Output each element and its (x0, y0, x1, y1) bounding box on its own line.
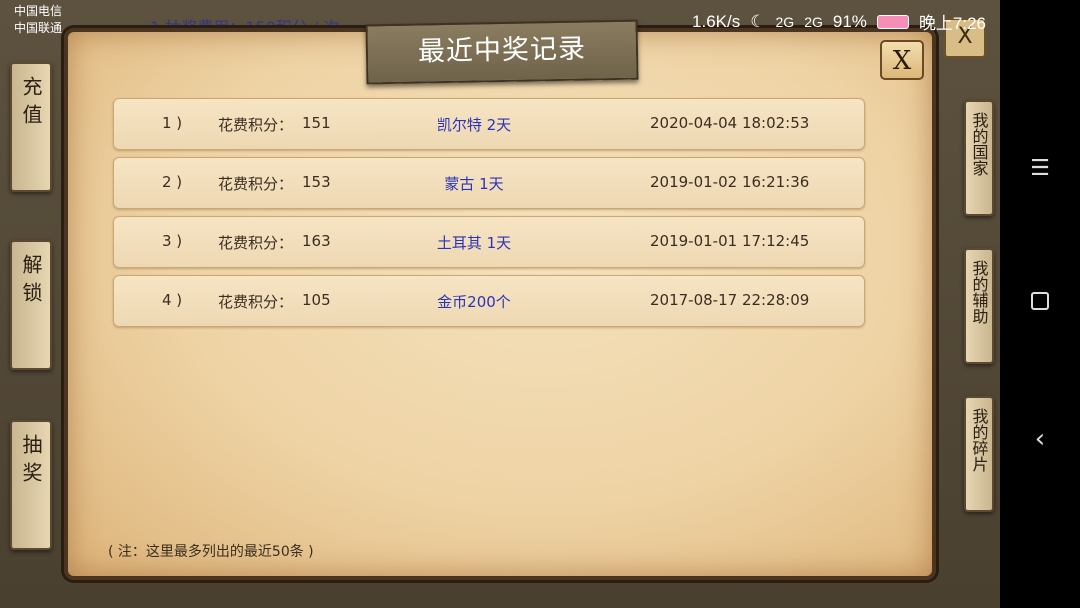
tab-my-fragments[interactable]: 我的碎片 (964, 396, 994, 512)
record-index: 2 ) (162, 173, 183, 191)
record-index: 4 ) (162, 291, 183, 309)
tab-my-country-label: 我的国家 (969, 112, 989, 176)
footnote: ( 注：这里最多列出的最近50条 ) (108, 544, 314, 560)
clock: 晚上7:26 (918, 14, 986, 33)
tab-lottery[interactable]: 抽奖 (10, 420, 52, 550)
moon-icon: ☾ (750, 11, 766, 31)
record-time: 2020-04-04 18:02:53 (650, 114, 810, 132)
battery-icon (876, 14, 909, 29)
tab-unlock[interactable]: 解锁 (10, 240, 52, 370)
points-label: 花费积分： (218, 175, 294, 193)
tab-lottery-label: 抽奖 (19, 434, 43, 490)
points-label: 花费积分： (218, 293, 294, 311)
carrier-info: 中国电信 中国联通 (14, 3, 62, 37)
record-prize: 金币200个 (437, 293, 511, 311)
carrier-2: 中国联通 (14, 21, 63, 35)
tab-my-country[interactable]: 我的国家 (964, 100, 994, 216)
record-points: 105 (302, 291, 331, 309)
record-index: 1 ) (162, 114, 183, 132)
tab-my-fragments-label: 我的碎片 (969, 408, 989, 472)
network-2: 2G (804, 13, 823, 30)
record-row: 1 ) 花费积分： 151 凯尔特 2天 2020-04-04 18:02:53 (113, 98, 865, 150)
record-points: 151 (302, 114, 331, 132)
tab-unlock-label: 解锁 (19, 254, 43, 310)
carrier-1: 中国电信 (14, 4, 63, 18)
record-row: 2 ) 花费积分： 153 蒙古 1天 2019-01-02 16:21:36 (113, 157, 865, 209)
tab-recharge-label: 充值 (19, 76, 43, 132)
record-prize: 凯尔特 2天 (436, 116, 512, 134)
record-prize: 土耳其 1天 (436, 234, 512, 252)
tab-recharge[interactable]: 充值 (10, 62, 52, 192)
record-time: 2017-08-17 22:28:09 (650, 291, 810, 309)
battery-percent: 91% (832, 11, 867, 31)
network-speed: 1.6K/s (692, 11, 741, 31)
record-row: 4 ) 花费积分： 105 金币200个 2017-08-17 22:28:09 (113, 275, 865, 327)
status-indicators: 1.6K/s ☾ 2G 2G 91% 晚上7:26 (692, 9, 986, 34)
network-1: 2G (775, 13, 795, 30)
status-bar: 中国电信 中国联通 1.6K/s ☾ 2G 2G 91% 晚上7:26 (0, 0, 1000, 40)
tab-my-assist[interactable]: 我的辅助 (964, 248, 994, 364)
record-time: 2019-01-02 16:21:36 (650, 173, 810, 191)
record-points: 153 (302, 173, 331, 191)
back-icon[interactable]: ‹ (1000, 424, 1080, 454)
record-time: 2019-01-01 17:12:45 (650, 232, 810, 250)
record-row: 3 ) 花费积分： 163 土耳其 1天 2019-01-01 17:12:45 (113, 216, 865, 268)
tab-my-assist-label: 我的辅助 (969, 260, 989, 324)
home-icon[interactable] (1000, 292, 1080, 314)
close-button[interactable]: X (880, 40, 924, 80)
android-navigation-bar: ☰ ‹ (1000, 0, 1080, 608)
points-label: 花费积分： (218, 234, 294, 252)
record-prize: 蒙古 1天 (444, 175, 504, 193)
menu-icon[interactable]: ☰ (1000, 156, 1080, 181)
record-index: 3 ) (162, 232, 183, 250)
points-label: 花费积分： (218, 116, 294, 134)
record-points: 163 (302, 232, 331, 250)
